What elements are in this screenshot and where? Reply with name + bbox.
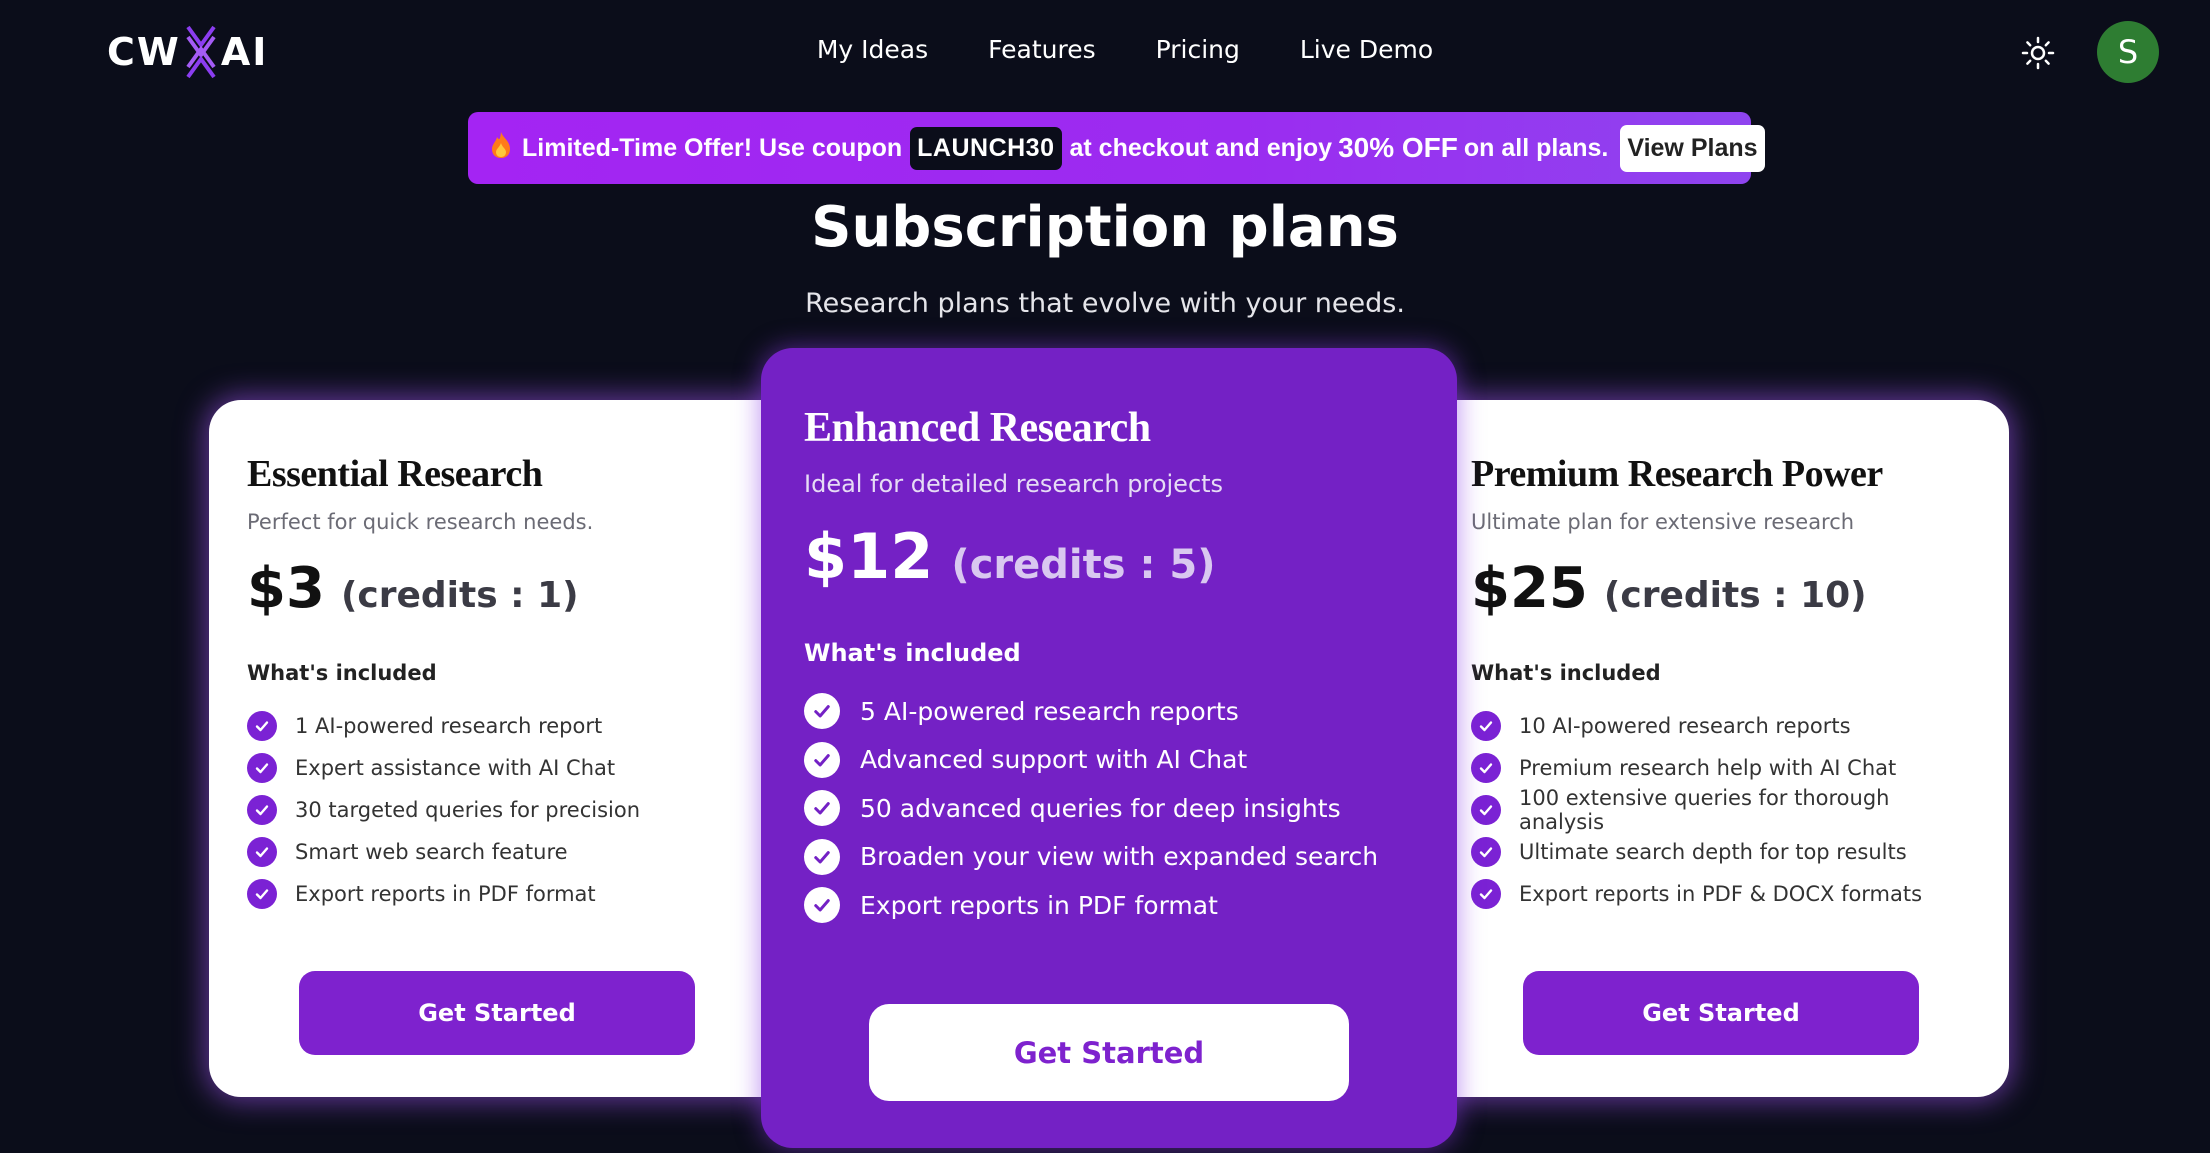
plan-credits: (credits : 10): [1603, 575, 1867, 616]
feature-text: 10 AI-powered research reports: [1519, 714, 1851, 738]
check-icon: [247, 879, 277, 909]
plan-name: Premium Research Power: [1471, 453, 1883, 495]
feature-item: Broaden your view with expanded search: [804, 833, 1427, 882]
feature-item: Export reports in PDF & DOCX formats: [1471, 873, 1979, 915]
feature-text: 50 advanced queries for deep insights: [860, 793, 1341, 823]
feature-text: Ultimate search depth for top results: [1519, 840, 1907, 864]
feature-text: Premium research help with AI Chat: [1519, 756, 1897, 780]
feature-item: 10 AI-powered research reports: [1471, 705, 1979, 747]
check-icon: [804, 790, 840, 827]
check-icon: [1471, 711, 1501, 741]
plan-credits: (credits : 1): [340, 575, 579, 616]
pricing-page: CW AI My Ideas Features Pricing Live Dem…: [0, 0, 2210, 1153]
nav-pricing[interactable]: Pricing: [1156, 30, 1240, 70]
plan-credits: (credits : 5): [951, 542, 1216, 588]
check-icon: [804, 887, 840, 924]
feature-text: Export reports in PDF & DOCX formats: [1519, 882, 1923, 906]
check-icon: [1471, 753, 1501, 783]
check-icon: [804, 741, 840, 778]
promo-text-before: Limited-Time Offer! Use coupon: [522, 133, 903, 162]
plan-price: $25: [1471, 556, 1588, 621]
plan-name: Essential Research: [247, 453, 543, 495]
check-icon: [804, 693, 840, 730]
feature-list: 10 AI-powered research reports Premium r…: [1471, 705, 1979, 915]
feature-text: Expert assistance with AI Chat: [295, 756, 616, 780]
check-icon: [247, 837, 277, 867]
check-icon: [1471, 795, 1501, 825]
feature-text: 1 AI-powered research report: [295, 714, 603, 738]
page-title: Subscription plans: [811, 195, 1399, 260]
plan-description: Ideal for detailed research projects: [804, 470, 1224, 498]
feature-item: Advanced support with AI Chat: [804, 736, 1427, 785]
main-nav: My Ideas Features Pricing Live Demo: [0, 30, 2210, 70]
plan-price: $3: [247, 556, 325, 621]
feature-text: Export reports in PDF format: [860, 890, 1218, 920]
check-icon: [1471, 837, 1501, 867]
feature-text: Advanced support with AI Chat: [860, 745, 1248, 775]
promo-banner: Limited-Time Offer! Use coupon LAUNCH30 …: [468, 112, 1765, 184]
feature-text: 100 extensive queries for thorough analy…: [1519, 786, 1890, 834]
plan-card-essential: Essential Research Perfect for quick res…: [209, 400, 799, 1097]
plan-description: Perfect for quick research needs.: [247, 510, 594, 534]
get-started-button[interactable]: Get Started: [869, 1004, 1349, 1101]
get-started-button[interactable]: Get Started: [299, 971, 695, 1055]
included-label: What's included: [804, 639, 1021, 667]
plan-price: $12: [804, 520, 934, 593]
feature-item: 100 extensive queries for thorough analy…: [1471, 786, 1979, 834]
plan-name: Enhanced Research: [804, 405, 1151, 451]
feature-item: 1 AI-powered research report: [247, 705, 769, 747]
feature-text: Broaden your view with expanded search: [860, 842, 1379, 872]
plan-description: Ultimate plan for extensive research: [1471, 510, 1855, 534]
feature-item: Smart web search feature: [247, 831, 769, 873]
view-plans-button[interactable]: View Plans: [1620, 124, 1765, 172]
feature-list: 1 AI-powered research report Expert assi…: [247, 705, 769, 915]
feature-item: Export reports in PDF format: [804, 881, 1427, 930]
plan-card-enhanced: Enhanced Research Ideal for detailed res…: [761, 348, 1457, 1148]
feature-item: Ultimate search depth for top results: [1471, 831, 1979, 873]
feature-text: 30 targeted queries for precision: [295, 798, 641, 822]
feature-item: Export reports in PDF format: [247, 873, 769, 915]
feature-list: 5 AI-powered research reports Advanced s…: [804, 687, 1427, 930]
promo-offer: 30% OFF: [1338, 132, 1458, 163]
fire-icon: [490, 131, 512, 166]
feature-text: 5 AI-powered research reports: [860, 696, 1239, 726]
get-started-button[interactable]: Get Started: [1523, 971, 1919, 1055]
promo-text-after: on all plans.: [1463, 133, 1609, 162]
check-icon: [247, 795, 277, 825]
feature-item: 5 AI-powered research reports: [804, 687, 1427, 736]
feature-text: Smart web search feature: [295, 840, 568, 864]
check-icon: [247, 711, 277, 741]
user-avatar[interactable]: S: [2097, 21, 2159, 83]
promo-text-middle: at checkout and enjoy: [1069, 133, 1333, 162]
feature-item: 50 advanced queries for deep insights: [804, 784, 1427, 833]
check-icon: [804, 838, 840, 875]
page-subtitle: Research plans that evolve with your nee…: [805, 288, 1405, 319]
nav-my-ideas[interactable]: My Ideas: [817, 30, 928, 70]
nav-live-demo[interactable]: Live Demo: [1300, 30, 1433, 70]
check-icon: [247, 753, 277, 783]
coupon-code: LAUNCH30: [910, 126, 1062, 170]
feature-text: Export reports in PDF format: [295, 882, 596, 906]
feature-item: 30 targeted queries for precision: [247, 789, 769, 831]
feature-item: Premium research help with AI Chat: [1471, 747, 1979, 789]
included-label: What's included: [1471, 661, 1661, 685]
plan-card-premium: Premium Research Power Ultimate plan for…: [1411, 400, 2009, 1097]
included-label: What's included: [247, 661, 437, 685]
sun-icon[interactable]: [2018, 33, 2058, 73]
feature-item: Expert assistance with AI Chat: [247, 747, 769, 789]
nav-features[interactable]: Features: [988, 30, 1096, 70]
check-icon: [1471, 879, 1501, 909]
